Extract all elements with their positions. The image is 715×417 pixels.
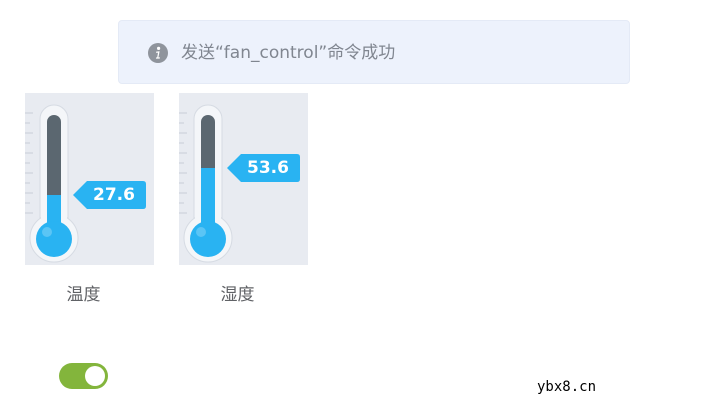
info-circle-icon bbox=[148, 43, 168, 63]
thermometer-icon bbox=[179, 104, 300, 263]
notification-message: 发送“fan_control”命令成功 bbox=[181, 43, 396, 63]
toggle-knob bbox=[85, 366, 105, 386]
thermometer-icon bbox=[25, 104, 146, 263]
notification-toast: 发送“fan_control”命令成功 bbox=[118, 20, 630, 84]
thermometer-label: 温度 bbox=[66, 285, 101, 305]
thermometer-value: 27.6 bbox=[93, 185, 135, 205]
fan-toggle-switch[interactable] bbox=[59, 363, 108, 389]
watermark-text: ybx8.cn bbox=[537, 379, 597, 395]
thermometer-label: 湿度 bbox=[220, 285, 255, 305]
thermometer-widget-humidity: 53.6 bbox=[179, 93, 308, 265]
thermometer-value: 53.6 bbox=[247, 158, 289, 178]
thermometer-widget-temperature: 27.6 bbox=[25, 93, 154, 265]
